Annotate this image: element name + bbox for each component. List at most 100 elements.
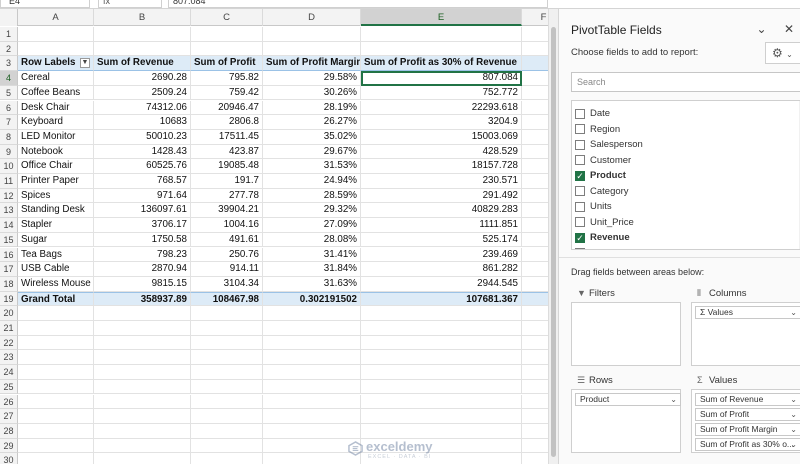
row-number[interactable]: 4 [0, 71, 18, 86]
cell-d14[interactable]: 27.09% [263, 218, 361, 233]
row-number[interactable]: 23 [0, 350, 18, 366]
cell-b26[interactable] [94, 394, 191, 410]
rows-drop-zone[interactable]: Product ⌄ [571, 389, 681, 453]
cell-e9[interactable]: 428.529 [361, 144, 522, 160]
cell-e22[interactable] [361, 335, 522, 351]
close-icon[interactable]: ✕ [784, 22, 794, 36]
field-search-input[interactable]: Search [571, 72, 800, 92]
cell-f18[interactable] [522, 277, 548, 292]
field-revenue[interactable]: ✓ Revenue [572, 230, 800, 246]
cell-f13[interactable] [522, 203, 548, 219]
row-number[interactable]: 12 [0, 188, 18, 204]
cell-e19[interactable]: 107681.367 [361, 291, 522, 307]
cell-f9[interactable] [522, 145, 548, 160]
cell-e18[interactable]: 2944.545 [361, 276, 522, 292]
row-number[interactable]: 18 [0, 276, 18, 292]
cell-c3[interactable]: Sum of Profit [191, 56, 263, 72]
cell-d25[interactable] [263, 379, 361, 395]
cell-e17[interactable]: 861.282 [361, 262, 522, 277]
cell-e27[interactable] [361, 409, 522, 424]
cell-a19[interactable]: Grand Total [18, 291, 94, 307]
cell-b28[interactable] [94, 423, 191, 439]
cell-f7[interactable] [522, 115, 548, 130]
cell-f3[interactable] [522, 56, 548, 72]
row-number[interactable]: 28 [0, 423, 18, 439]
cell-e25[interactable] [361, 379, 522, 395]
select-all-corner[interactable] [0, 9, 18, 26]
row-number[interactable]: 30 [0, 453, 18, 464]
cell-a5[interactable]: Coffee Beans [18, 85, 94, 101]
cell-c27[interactable] [191, 409, 263, 424]
cell-b20[interactable] [94, 306, 191, 321]
column-header-a[interactable]: A [18, 9, 94, 26]
field-product[interactable]: ✓ Product [572, 168, 800, 184]
cell-f19[interactable] [522, 291, 548, 307]
cell-b17[interactable]: 2870.94 [94, 262, 191, 277]
cell-f15[interactable] [522, 233, 548, 248]
cell-c28[interactable] [191, 423, 263, 439]
cell-c15[interactable]: 491.61 [191, 232, 263, 248]
cell-c7[interactable]: 2806.8 [191, 115, 263, 130]
layout-settings-button[interactable]: ⚙ ⌄ [765, 42, 800, 64]
cell-a26[interactable] [18, 394, 94, 410]
cell-a20[interactable] [18, 306, 94, 321]
cell-b16[interactable]: 798.23 [94, 247, 191, 263]
cell-f20[interactable] [522, 306, 548, 321]
cell-d27[interactable] [263, 409, 361, 424]
field-salesperson[interactable]: Salesperson [572, 137, 800, 153]
cell-e26[interactable] [361, 394, 522, 410]
row-number[interactable]: 16 [0, 247, 18, 263]
chevron-down-icon[interactable]: ⌄ [790, 394, 797, 405]
cell-f2[interactable] [522, 42, 548, 57]
scroll-thumb[interactable] [551, 27, 556, 457]
cell-c1[interactable] [191, 27, 263, 42]
cell-b11[interactable]: 768.57 [94, 174, 191, 189]
cell-d8[interactable]: 35.02% [263, 129, 361, 145]
cell-a15[interactable]: Sugar [18, 232, 94, 248]
cell-d12[interactable]: 28.59% [263, 188, 361, 204]
columns-drop-zone[interactable]: Σ Values ⌄ [691, 302, 800, 366]
row-number[interactable]: 27 [0, 409, 18, 424]
cell-b30[interactable] [94, 453, 191, 464]
row-number[interactable]: 1 [0, 27, 18, 42]
row-number[interactable]: 2 [0, 41, 18, 57]
field-customer[interactable]: Customer [572, 153, 800, 169]
cell-f26[interactable] [522, 395, 548, 410]
cell-d3[interactable]: Sum of Profit Margin [263, 56, 361, 72]
field-category[interactable]: Category [572, 184, 800, 200]
cell-f10[interactable] [522, 159, 548, 174]
row-number[interactable]: 21 [0, 321, 18, 336]
pane-splitter[interactable] [559, 257, 800, 258]
cell-f29[interactable] [522, 439, 548, 454]
row-number[interactable]: 22 [0, 335, 18, 351]
row-number[interactable]: 5 [0, 85, 18, 101]
row-number[interactable]: 8 [0, 129, 18, 145]
cell-a2[interactable] [18, 41, 94, 57]
cell-b9[interactable]: 1428.43 [94, 144, 191, 160]
cell-b12[interactable]: 971.64 [94, 188, 191, 204]
chevron-down-icon[interactable]: ⌄ [790, 424, 797, 435]
row-number[interactable]: 15 [0, 232, 18, 248]
vertical-scrollbar[interactable] [548, 9, 558, 464]
cell-e8[interactable]: 15003.069 [361, 129, 522, 145]
cell-e21[interactable] [361, 321, 522, 336]
cell-c8[interactable]: 17511.45 [191, 129, 263, 145]
cell-a14[interactable]: Stapler [18, 218, 94, 233]
cell-d16[interactable]: 31.41% [263, 247, 361, 263]
cell-a9[interactable]: Notebook [18, 144, 94, 160]
cell-f16[interactable] [522, 248, 548, 263]
field-checkbox[interactable] [575, 124, 585, 134]
field-checkbox[interactable] [575, 155, 585, 165]
cell-c11[interactable]: 191.7 [191, 174, 263, 189]
cell-c20[interactable] [191, 306, 263, 321]
field-checkbox[interactable] [575, 248, 585, 249]
cell-e2[interactable] [361, 41, 522, 57]
cell-d2[interactable] [263, 41, 361, 57]
cell-b15[interactable]: 1750.58 [94, 232, 191, 248]
cell-b25[interactable] [94, 379, 191, 395]
field-checkbox[interactable] [575, 139, 585, 150]
cell-c29[interactable] [191, 438, 263, 454]
formula-input[interactable]: 807.084 [168, 0, 548, 8]
cell-e5[interactable]: 752.772 [361, 85, 522, 101]
cell-d6[interactable]: 28.19% [263, 100, 361, 116]
